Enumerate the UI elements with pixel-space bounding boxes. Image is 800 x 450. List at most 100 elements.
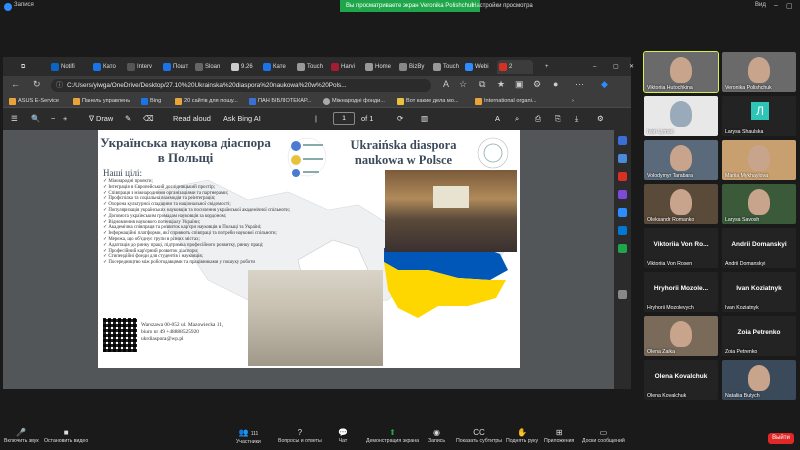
raise-hand-button[interactable]: ✋ Поднять руку (506, 428, 538, 444)
maximize-icon[interactable]: ▢ (786, 2, 793, 10)
view-button[interactable]: Вид (755, 2, 766, 8)
fav-5[interactable]: Міжнародні фонди... (323, 96, 385, 106)
favorite-star-icon[interactable]: ☆ (459, 79, 467, 90)
search-icon[interactable] (618, 136, 627, 145)
fav-2[interactable]: Bing (141, 96, 161, 106)
qa-button[interactable]: ? Вопросы и ответы (278, 428, 322, 444)
favorites-icon[interactable]: ★ (497, 79, 505, 90)
tab-4[interactable]: Sloan (193, 60, 220, 74)
page-view-icon[interactable]: ▥ (421, 114, 428, 123)
extensions-icon[interactable]: ⚙ (533, 79, 541, 90)
highlight-icon[interactable]: ✎ (125, 114, 131, 123)
outlook-icon[interactable] (618, 226, 627, 235)
tab-12[interactable]: Webi (463, 60, 489, 74)
save-as-icon[interactable]: ⤓ (575, 114, 578, 124)
participant-tile[interactable]: Nataliia Butych (722, 360, 796, 400)
participant-tile[interactable]: Viktoriia Von Ro... Viktoriia Von Rosen (644, 228, 718, 268)
participant-tile[interactable]: Andrii Domanskyi Andrii Domanskyi (722, 228, 796, 268)
unmute-button[interactable]: 🎤 Включить звук (4, 428, 39, 444)
new-tab-button[interactable]: + (533, 60, 549, 74)
participant-tile[interactable]: Veronika Polishchuk (722, 52, 796, 92)
fav-7[interactable]: International organi... (475, 96, 537, 106)
settings-icon[interactable]: ⚙ (597, 114, 604, 123)
subtitles-button[interactable]: CC Показать субтитры (456, 428, 502, 444)
participants-button[interactable]: 👥 111 Участники (236, 428, 261, 445)
collections-icon[interactable]: ▣ (515, 79, 524, 90)
fav-4[interactable]: ПАН БІБЛІОТЕКАР... (249, 96, 311, 106)
participant-tile[interactable]: Volodymyr Tarabara (644, 140, 718, 180)
read-aloud-icon[interactable]: A (443, 79, 449, 89)
share-screen-button[interactable]: ⬆ Демонстрация экрана (366, 428, 419, 444)
more-icon[interactable]: ⋯ (575, 79, 584, 90)
participant-tile[interactable]: Olena Kovalchuk Olena Kovalchuk (644, 360, 718, 400)
participant-tile[interactable]: Ivan Koziatnyk Ivan Koziatnyk (722, 272, 796, 312)
back-icon[interactable]: ← (11, 79, 20, 89)
record-button[interactable]: ◉ Запись (428, 428, 445, 444)
participant-tile[interactable]: Viktoriia Hutochkina (643, 51, 719, 93)
bing-copilot-icon[interactable]: ◆ (601, 79, 608, 90)
ask-bing-button[interactable]: Ask Bing AI (223, 114, 261, 123)
reload-icon[interactable]: ↻ (33, 79, 41, 90)
minimize-icon[interactable]: – (581, 60, 596, 74)
participant-tile[interactable]: Ivan Lyman (644, 96, 718, 136)
apps-button[interactable]: ⊞ Приложения (544, 428, 574, 444)
add-text-icon[interactable]: A (495, 114, 500, 123)
chat-button[interactable]: 💬 Чат (338, 428, 348, 444)
tab-3[interactable]: Пошт (161, 60, 188, 74)
stop-video-button[interactable]: ■ Остановить видео (44, 428, 88, 444)
fav-1[interactable]: Панель управлень (73, 96, 130, 106)
participant-tile[interactable]: Zoia Petrenko Zoia Petrenko (722, 316, 796, 356)
fav-6[interactable]: Вот какие дела мо... (397, 96, 459, 106)
share-settings-menu[interactable]: Настройки просмотра (472, 0, 533, 12)
tab-sidebar-toggle[interactable]: ⧉ (9, 60, 25, 74)
rotate-icon[interactable]: ⟳ (397, 114, 403, 123)
tab-6[interactable]: Катe (261, 60, 286, 74)
print-icon[interactable]: ⎙ (535, 114, 541, 124)
draw-button[interactable]: ∇ Draw (89, 114, 113, 123)
contents-icon[interactable]: ☰ (11, 114, 18, 123)
tab-7[interactable]: Touch (295, 60, 323, 74)
tab-9[interactable]: Home (363, 60, 391, 74)
tools-icon[interactable] (618, 172, 627, 181)
participant-tile[interactable]: Hryhorii Mozole... Hryhorii Mozolevych (644, 272, 718, 312)
zoom-in-icon[interactable]: + (63, 114, 67, 123)
profile-icon[interactable]: ● (553, 79, 558, 89)
tab-2[interactable]: Interv (125, 60, 152, 74)
add-icon[interactable] (618, 290, 627, 299)
minimize-icon[interactable]: – (774, 2, 778, 9)
fav-0[interactable]: ASUS E-Service (9, 96, 59, 106)
pdf-viewport: Українська наукова діаспора в Польщі Ukr… (3, 130, 631, 389)
folder-icon (475, 98, 482, 105)
close-icon[interactable]: ✕ (617, 60, 634, 74)
tab-10[interactable]: BizBy (397, 60, 424, 74)
drop-icon[interactable] (618, 244, 627, 253)
favorites-overflow-icon[interactable]: › (563, 96, 574, 106)
url-field[interactable]: ⓘ C:/Users/yiwga/OneDrive/Desktop/27.10%… (51, 79, 431, 92)
office-icon[interactable] (618, 208, 627, 217)
search-icon[interactable]: ⌕ (515, 114, 519, 124)
games-icon[interactable] (618, 190, 627, 199)
erase-icon[interactable]: ⌫ (143, 114, 153, 123)
shopping-icon[interactable] (618, 154, 627, 163)
split-screen-icon[interactable]: ⧉ (479, 79, 485, 90)
participant-tile[interactable]: Larysa Savosh (722, 184, 796, 224)
tab-1[interactable]: Катo (91, 60, 116, 74)
fav-3[interactable]: 20 сайтів для пошу... (175, 96, 238, 106)
whiteboards-button[interactable]: ▭ Доски сообщений (582, 428, 625, 444)
tab-11[interactable]: Touch (431, 60, 459, 74)
tab-5[interactable]: 9.26 (229, 60, 253, 74)
tab-8[interactable]: Harvi (329, 60, 355, 74)
chat-icon: 💬 (338, 428, 348, 437)
tab-13-active[interactable]: 2 (497, 60, 533, 74)
tab-0[interactable]: Notifi (49, 60, 75, 74)
leave-button[interactable]: Выйти (768, 433, 794, 444)
participant-tile[interactable]: Л Larysa Shaulska (722, 96, 796, 136)
save-icon[interactable]: ⎘ (555, 114, 561, 124)
page-number-input[interactable]: 1 (333, 112, 355, 125)
zoom-out-icon[interactable]: − (51, 114, 55, 123)
participant-tile[interactable]: Oleksandr Romanko (644, 184, 718, 224)
read-aloud-button[interactable]: Read aloud (173, 114, 211, 123)
search-icon[interactable]: 🔍 (31, 114, 40, 123)
participant-tile[interactable]: Olena Zaika (644, 316, 718, 356)
participant-tile[interactable]: Mariia Mykhaylova (722, 140, 796, 180)
